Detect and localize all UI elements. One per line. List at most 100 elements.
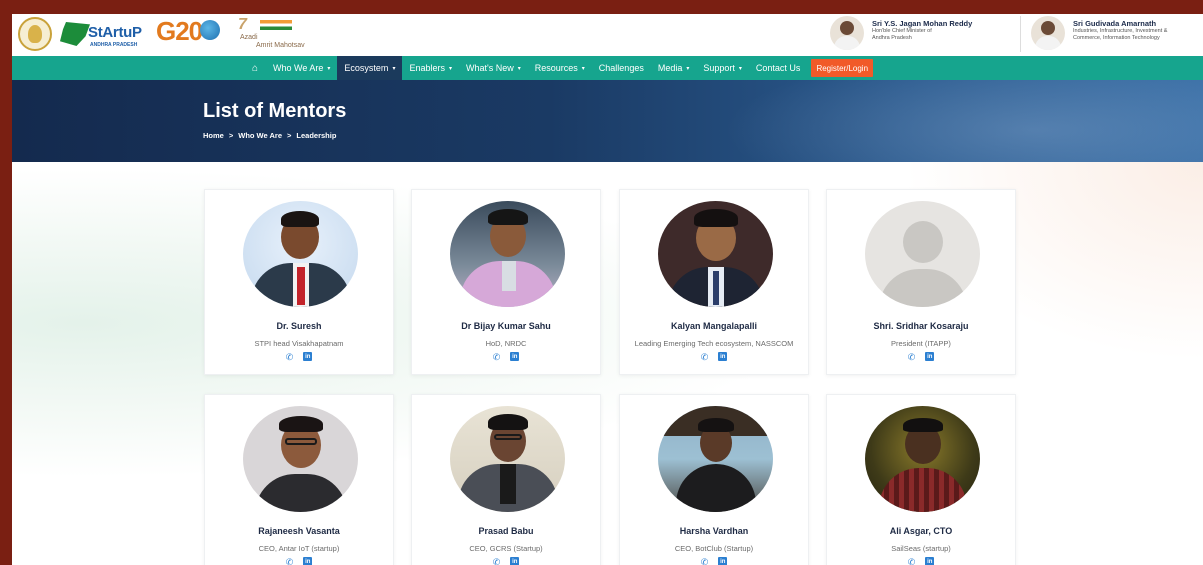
- linkedin-icon[interactable]: in: [925, 557, 935, 565]
- chevron-down-icon: ▾: [581, 65, 585, 72]
- mentor-name: Harsha Vardhan: [679, 526, 749, 536]
- mentor-photo: [658, 201, 773, 307]
- mentor-name: Kalyan Mangalapalli: [670, 321, 758, 331]
- linkedin-icon[interactable]: in: [510, 352, 520, 361]
- nav-whats-new[interactable]: What's New ▾: [459, 56, 528, 80]
- leader-chief-minister: Sri Y.S. Jagan Mohan Reddy Hon'ble Chief…: [830, 16, 972, 52]
- mahotsav-logo-text: Amrit Mahotsav: [256, 42, 305, 49]
- breadcrumb-separator: >: [228, 131, 234, 140]
- site-header: StArtuP ANDHRA PRADESH G20 7 Azadi Amrit…: [12, 14, 1203, 56]
- phone-icon[interactable]: ✆: [701, 352, 709, 363]
- breadcrumb-home-link[interactable]: Home: [203, 131, 224, 140]
- linkedin-icon[interactable]: in: [510, 557, 520, 565]
- globe-icon: [200, 20, 220, 40]
- breadcrumb-who-we-are-link[interactable]: Who We Are: [238, 131, 282, 140]
- mentor-role: CEO, BotClub (Startup): [674, 544, 754, 553]
- page-hero-banner: List of Mentors Home > Who We Are > Lead…: [12, 80, 1203, 162]
- nav-label: Who We Are: [273, 63, 324, 73]
- mentor-name: Dr. Suresh: [276, 321, 322, 331]
- flag-icon: [260, 20, 292, 30]
- phone-icon[interactable]: ✆: [286, 352, 294, 363]
- linkedin-icon[interactable]: in: [303, 352, 313, 361]
- phone-icon[interactable]: ✆: [908, 557, 916, 565]
- nav-label: Ecosystem: [344, 63, 389, 73]
- nav-enablers[interactable]: Enablers ▾: [402, 56, 459, 80]
- nav-contact-us[interactable]: Contact Us: [749, 56, 808, 80]
- nav-label: Media: [657, 63, 683, 73]
- azadi-amrit-mahotsav-logo: 7 Azadi Amrit Mahotsav: [238, 16, 318, 52]
- leader-photo: [830, 16, 864, 50]
- main-nav: ⌂ Who We Are ▾ Ecosystem ▾ Enablers ▾ What'…: [12, 56, 1203, 80]
- startup-logo-text: StArtuP: [88, 24, 142, 41]
- nav-label: Enablers: [409, 63, 445, 73]
- linkedin-icon[interactable]: in: [718, 352, 728, 361]
- breadcrumb: Home > Who We Are > Leadership: [203, 131, 336, 140]
- breadcrumb-current: Leadership: [296, 131, 337, 140]
- leader-role: Industries, Infrastructure, Investment &: [1073, 28, 1168, 34]
- mentor-role: Leading Emerging Tech ecosystem, NASSCOM: [634, 339, 794, 348]
- g20-logo: G20: [156, 16, 228, 50]
- mentor-photo: [450, 406, 565, 512]
- nav-challenges[interactable]: Challenges: [592, 56, 651, 80]
- leader-minister: Sri Gudivada Amarnath Industries, Infras…: [1020, 16, 1167, 52]
- register-login-button[interactable]: Register/Login: [811, 59, 874, 77]
- mentor-name: Shri. Sridhar Kosaraju: [873, 321, 969, 331]
- mentor-photo: [243, 201, 358, 307]
- mentor-card: Dr. Suresh STPI head Visakhapatnam ✆ in: [204, 189, 394, 375]
- chevron-down-icon: ▾: [738, 65, 742, 72]
- mentor-card: Dr Bijay Kumar Sahu HoD, NRDC ✆ in: [411, 189, 601, 375]
- mentor-photo: [658, 406, 773, 512]
- mentor-card: Ali Asgar, CTO SailSeas (startup) ✆ in: [826, 394, 1016, 565]
- nav-who-we-are[interactable]: Who We Are ▾: [266, 56, 337, 80]
- nav-resources[interactable]: Resources ▾: [528, 56, 592, 80]
- phone-icon[interactable]: ✆: [493, 557, 501, 565]
- nav-support[interactable]: Support ▾: [696, 56, 749, 80]
- mentor-card: Kalyan Mangalapalli Leading Emerging Tec…: [619, 189, 809, 375]
- leader-role: Andhra Pradesh: [872, 34, 912, 41]
- mentor-role: HoD, NRDC: [485, 339, 527, 348]
- phone-icon[interactable]: ✆: [286, 557, 294, 565]
- mentor-photo: [865, 201, 980, 307]
- startup-ap-logo[interactable]: StArtuP ANDHRA PRADESH: [60, 20, 160, 50]
- linkedin-icon[interactable]: in: [925, 352, 935, 361]
- mentor-name: Rajaneesh Vasanta: [258, 526, 340, 536]
- mentor-role: President (ITAPP): [891, 339, 951, 348]
- breadcrumb-separator: >: [287, 131, 292, 140]
- chevron-down-icon: ▾: [327, 65, 331, 72]
- browser-page: StArtuP ANDHRA PRADESH G20 7 Azadi Amrit…: [12, 14, 1203, 565]
- mentor-role: CEO, Antar IoT (startup): [258, 544, 340, 553]
- mentor-card: Harsha Vardhan CEO, BotClub (Startup) ✆ …: [619, 394, 809, 565]
- mentor-name: Ali Asgar, CTO: [889, 526, 953, 536]
- mentors-grid: Dr. Suresh STPI head Visakhapatnam ✆ in …: [12, 162, 1203, 565]
- mentor-name: Prasad Babu: [478, 526, 534, 536]
- chevron-down-icon: ▾: [448, 65, 452, 72]
- leader-name: Sri Gudivada Amarnath: [1073, 19, 1157, 28]
- mentor-role: SailSeas (startup): [891, 544, 951, 553]
- nav-label: Challenges: [598, 63, 644, 73]
- linkedin-icon[interactable]: in: [303, 557, 313, 565]
- nav-label: Resources: [534, 63, 578, 73]
- nav-label: Support: [703, 63, 735, 73]
- nav-ecosystem[interactable]: Ecosystem ▾: [337, 56, 403, 80]
- mentor-card: Prasad Babu CEO, GCRS (Startup) ✆ in: [411, 394, 601, 565]
- startup-logo-subtext: ANDHRA PRADESH: [90, 42, 138, 48]
- azadi-logo-text: Azadi: [240, 34, 258, 41]
- phone-icon[interactable]: ✆: [908, 352, 916, 363]
- mentor-photo: [450, 201, 565, 307]
- chevron-down-icon: ▾: [392, 65, 396, 72]
- chevron-down-icon: ▾: [686, 65, 690, 72]
- leader-name: Sri Y.S. Jagan Mohan Reddy: [872, 19, 973, 28]
- mentor-card: Shri. Sridhar Kosaraju President (ITAPP)…: [826, 189, 1016, 375]
- phone-icon[interactable]: ✆: [701, 557, 709, 565]
- nav-media[interactable]: Media ▾: [651, 56, 697, 80]
- ap-map-icon: [60, 22, 90, 46]
- home-icon[interactable]: ⌂: [244, 56, 266, 80]
- leader-photo: [1031, 16, 1065, 50]
- nav-label: Contact Us: [755, 63, 801, 73]
- linkedin-icon[interactable]: in: [718, 557, 728, 565]
- chevron-down-icon: ▾: [517, 65, 521, 72]
- mentor-photo: [865, 406, 980, 512]
- phone-icon[interactable]: ✆: [493, 352, 501, 363]
- ap-emblem-logo[interactable]: [18, 17, 52, 51]
- mentor-role: STPI head Visakhapatnam: [254, 339, 344, 348]
